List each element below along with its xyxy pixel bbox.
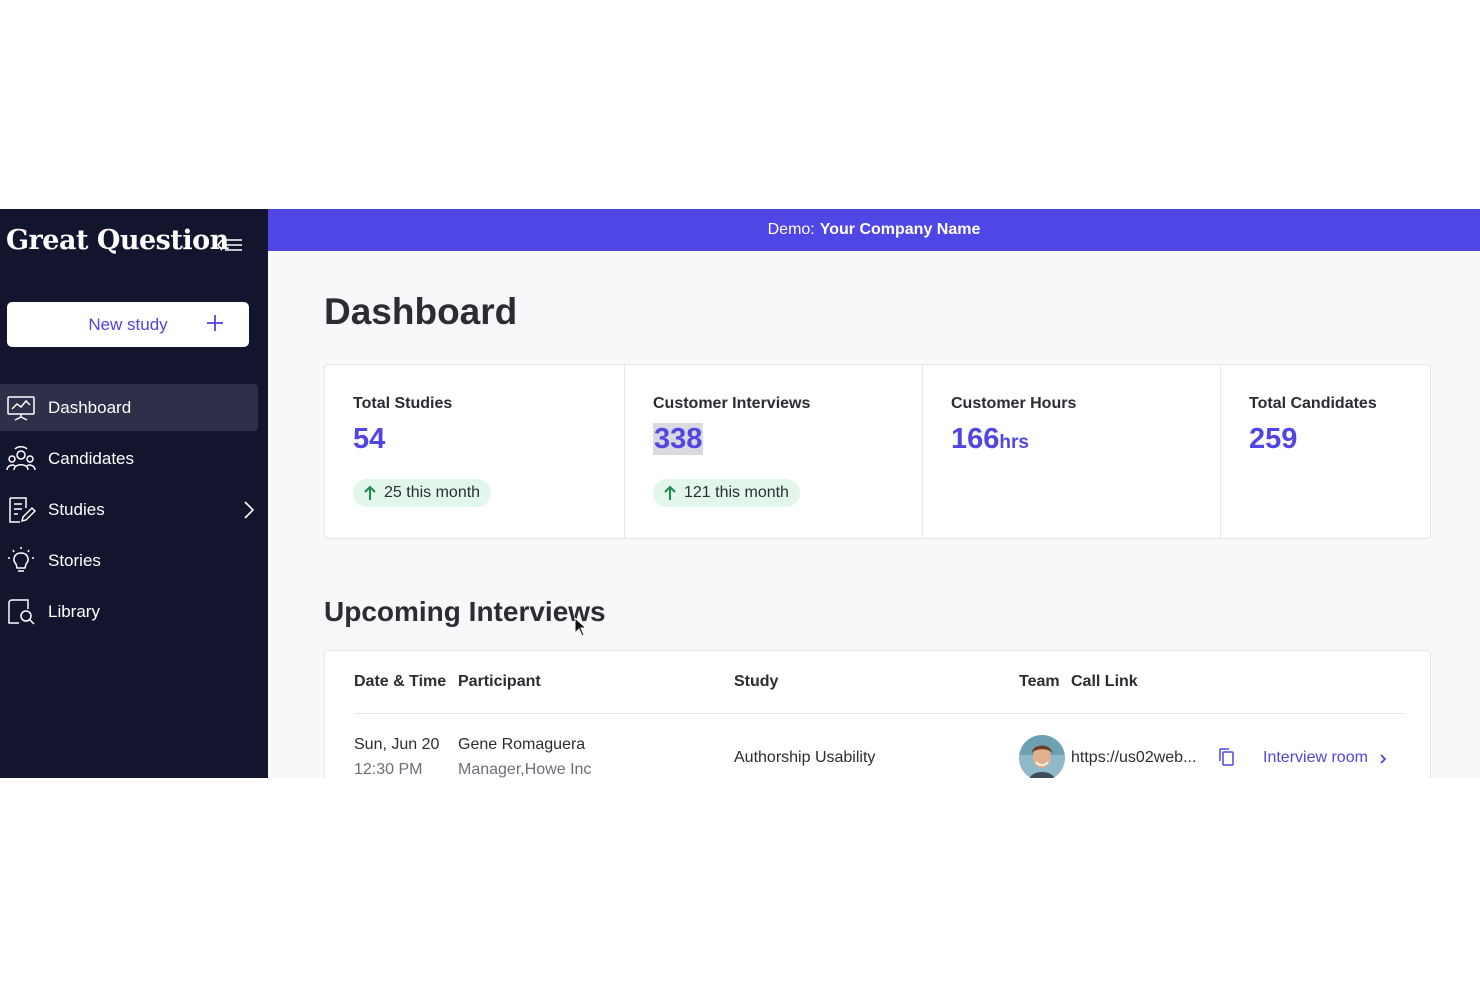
interview-time: 12:30 PM: [354, 761, 423, 778]
stat-card-customer-interviews: Customer Interviews 338 121 this month: [625, 365, 923, 538]
sidebar: Great Question New study Dashboard Candi…: [0, 209, 268, 778]
stat-unit: hrs: [999, 432, 1029, 453]
column-header: Participant: [458, 673, 541, 690]
sidebar-nav: Dashboard Candidates Studies Stories Lib…: [0, 384, 268, 639]
stat-value: 338: [653, 423, 704, 455]
header-divider: [354, 713, 1404, 714]
sidebar-item-label: Dashboard: [48, 397, 132, 417]
arrow-up-icon: [663, 485, 677, 501]
page-title: Dashboard: [324, 291, 518, 332]
team-avatar: [1019, 735, 1065, 778]
stat-label: Total Candidates: [1249, 395, 1377, 412]
lightbulb-icon: [6, 546, 36, 576]
stat-value: 166hrs: [951, 423, 1029, 455]
copy-icon[interactable]: [1218, 748, 1234, 766]
delta-text: 121 this month: [684, 484, 789, 501]
sidebar-item-library[interactable]: Library: [0, 588, 258, 635]
stats-panel: Total Studies 54 25 this month Customer …: [324, 364, 1431, 539]
sidebar-item-stories[interactable]: Stories: [0, 537, 258, 584]
stat-card-customer-hours: Customer Hours 166hrs: [923, 365, 1221, 538]
call-link-text[interactable]: https://us02web...: [1071, 749, 1196, 767]
participant-name[interactable]: Gene Romaguera: [458, 736, 585, 754]
new-study-label: New study: [88, 314, 168, 334]
sidebar-item-label: Stories: [48, 550, 101, 570]
collapse-sidebar-icon[interactable]: [216, 235, 244, 255]
interview-room-link[interactable]: Interview room: [1263, 749, 1388, 767]
column-header: Study: [734, 673, 779, 690]
studies-icon: [6, 495, 36, 525]
sidebar-item-label: Candidates: [48, 448, 135, 468]
demo-banner: Demo: Your Company Name: [268, 209, 1480, 251]
interviews-table: Date & Time Participant Study Team Call …: [324, 650, 1431, 778]
participant-role: Manager,Howe Inc: [458, 761, 592, 778]
new-study-button[interactable]: New study: [7, 302, 249, 347]
sidebar-item-studies[interactable]: Studies: [0, 486, 258, 533]
plus-icon: [205, 313, 225, 333]
delta-badge: 121 this month: [653, 479, 800, 507]
stat-value: 54: [353, 423, 386, 455]
chevron-right-icon[interactable]: [242, 500, 256, 520]
stat-value: 259: [1249, 423, 1298, 455]
stat-card-total-candidates: Total Candidates 259: [1221, 365, 1430, 538]
stat-card-total-studies: Total Studies 54 25 this month: [325, 365, 625, 538]
section-title: Upcoming Interviews: [324, 596, 606, 627]
sidebar-item-candidates[interactable]: Candidates: [0, 435, 258, 482]
stat-label: Customer Hours: [951, 395, 1077, 412]
column-header: Date & Time: [354, 673, 447, 690]
study-name[interactable]: Authorship Usability: [734, 749, 875, 767]
candidates-icon: [6, 444, 36, 474]
delta-badge: 25 this month: [353, 479, 492, 507]
column-header: Team: [1019, 673, 1060, 690]
stat-label: Total Studies: [353, 395, 453, 412]
interview-date: Sun, Jun 20: [354, 736, 440, 753]
sidebar-item-label: Studies: [48, 499, 105, 519]
stat-label: Customer Interviews: [653, 395, 811, 412]
main-content: Demo: Your Company Name Dashboard Total …: [268, 209, 1480, 778]
app-window: Great Question New study Dashboard Candi…: [0, 209, 1480, 778]
column-header: Call Link: [1071, 673, 1138, 690]
brand-logo: Great Question: [6, 225, 229, 256]
mouse-cursor-icon: [574, 616, 588, 637]
library-icon: [6, 597, 36, 627]
sidebar-item-label: Library: [48, 601, 100, 621]
arrow-up-icon: [363, 485, 377, 501]
delta-text: 25 this month: [384, 484, 481, 501]
interview-room-label: Interview room: [1263, 749, 1368, 766]
chevron-right-icon: [1378, 752, 1388, 764]
dashboard-icon: [6, 393, 36, 423]
banner-prefix: Demo:: [767, 221, 815, 238]
sidebar-item-dashboard[interactable]: Dashboard: [0, 384, 258, 431]
banner-company: Your Company Name: [819, 221, 981, 238]
